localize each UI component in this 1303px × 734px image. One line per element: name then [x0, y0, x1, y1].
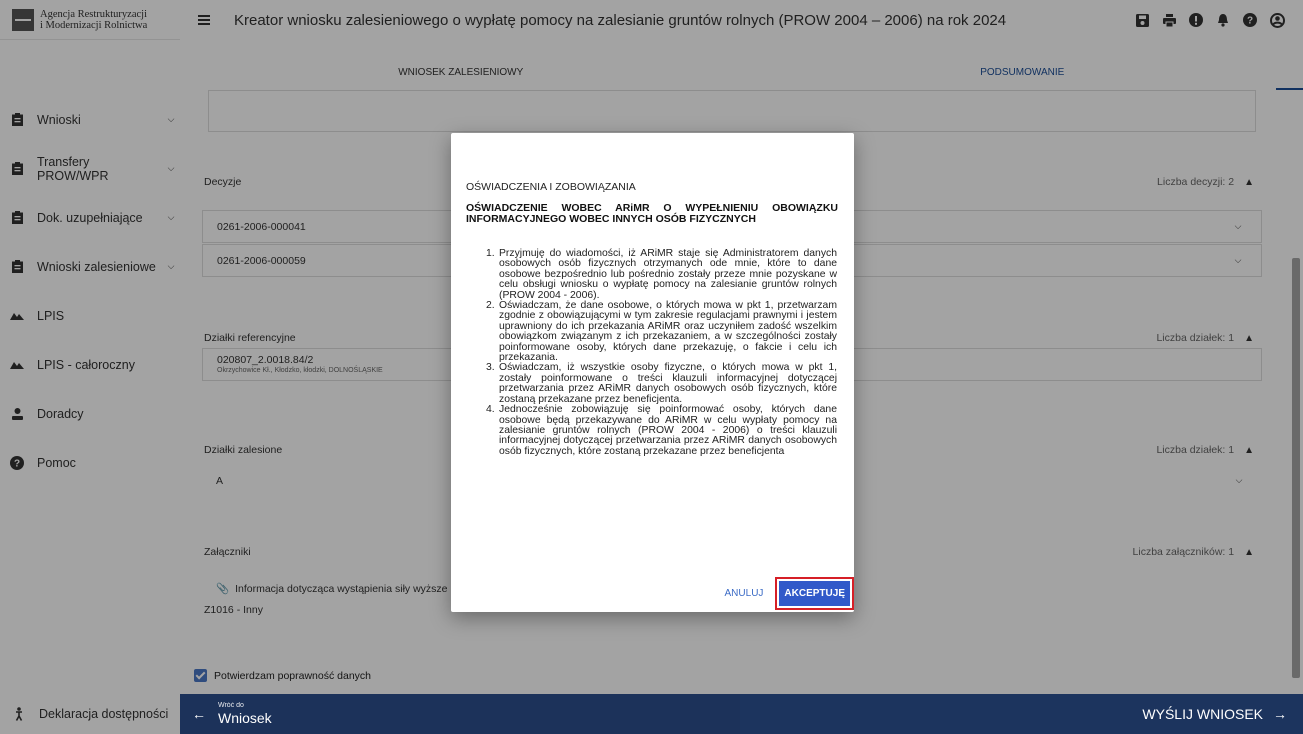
statements-list: 1. Przyjmuję do wiadomości, iż ARiMR staj…: [486, 248, 837, 457]
arrow-left-icon: ←: [192, 706, 206, 722]
dialog-title: OŚWIADCZENIA I ZOBOWIĄZANIA: [466, 181, 636, 193]
back-target: Wniosek: [218, 710, 272, 726]
statement-item: 3. Oświadczam, iż wszystkie osoby fizyczn…: [486, 362, 837, 405]
statement-item: 1. Przyjmuję do wiadomości, iż ARiMR staj…: [486, 248, 837, 301]
back-button[interactable]: ← Wróć do Wniosek: [192, 702, 272, 726]
statement-item: 4. Jednocześnie zobowiązuję się poinformo…: [486, 404, 837, 457]
statement-text: Przyjmuję do wiadomości, iż ARiMR staje …: [499, 248, 837, 301]
statement-number: 1.: [486, 248, 495, 259]
cancel-button[interactable]: ANULUJ: [725, 588, 764, 599]
statement-text: Jednocześnie zobowiązuję się poinformowa…: [499, 404, 837, 457]
statement-text: Oświadczam, że dane osobowe, o których m…: [499, 300, 837, 364]
statements-dialog: OŚWIADCZENIA I ZOBOWIĄZANIA OŚWIADCZENIE…: [451, 133, 854, 612]
accept-button-highlight: AKCEPTUJĘ: [775, 577, 854, 610]
arrow-right-icon: →: [1273, 706, 1287, 722]
dialog-subtitle: OŚWIADCZENIE WOBEC ARiMR O WYPEŁNIENIU O…: [466, 202, 838, 225]
statement-number: 3.: [486, 362, 495, 374]
statement-text: Oświadczam, iż wszystkie osoby fizyczne,…: [499, 362, 837, 405]
accept-button[interactable]: AKCEPTUJĘ: [779, 581, 850, 606]
statement-number: 2.: [486, 300, 495, 312]
send-application-button[interactable]: WYŚLIJ WNIOSEK →: [1142, 706, 1287, 722]
statement-number: 4.: [486, 404, 495, 416]
statement-item: 2. Oświadczam, że dane osobowe, o których…: [486, 300, 837, 364]
send-application-label: WYŚLIJ WNIOSEK: [1142, 706, 1263, 722]
dialog-actions: ANULUJ AKCEPTUJĘ: [725, 577, 854, 610]
back-label: Wróć do: [218, 702, 244, 709]
